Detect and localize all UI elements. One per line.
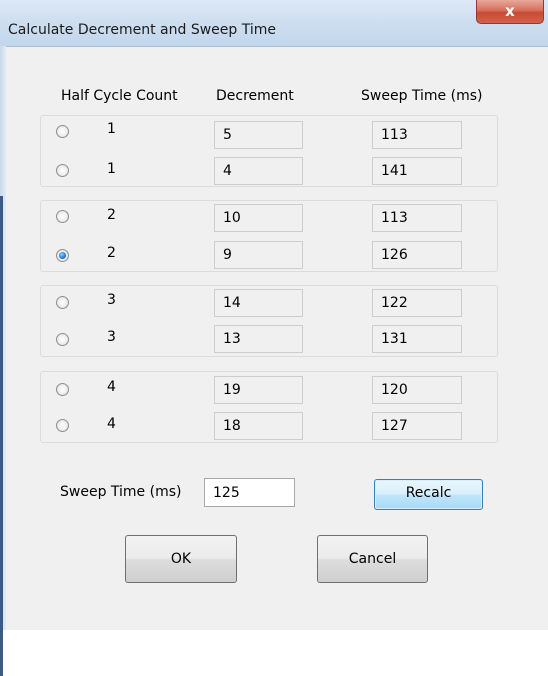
- option-radio[interactable]: [56, 333, 69, 346]
- sweep-time-field: 122: [372, 289, 462, 317]
- decrement-field: 14: [214, 289, 303, 317]
- option-radio[interactable]: [56, 164, 69, 177]
- half-cycle-count-value: 1: [107, 121, 116, 137]
- recalc-button[interactable]: Recalc: [374, 479, 483, 510]
- option-radio[interactable]: [56, 210, 69, 223]
- window-title: Calculate Decrement and Sweep Time: [8, 22, 277, 38]
- option-radio[interactable]: [56, 125, 69, 138]
- half-cycle-count-value: 1: [107, 161, 116, 177]
- header-sweep-time: Sweep Time (ms): [361, 88, 483, 104]
- option-radio[interactable]: [56, 383, 69, 396]
- sweep-time-field: 131: [372, 325, 462, 353]
- sweep-time-field: 126: [372, 241, 462, 269]
- dialog-window: Calculate Decrement and Sweep Time x Hal…: [0, 0, 548, 676]
- header-decrement: Decrement: [216, 88, 294, 104]
- half-cycle-count-value: 3: [107, 292, 116, 308]
- cancel-button[interactable]: Cancel: [317, 535, 428, 583]
- sweep-time-field: 113: [372, 121, 462, 149]
- close-button[interactable]: x: [476, 0, 544, 24]
- close-icon: x: [505, 2, 515, 20]
- decrement-field: 4: [214, 157, 303, 185]
- half-cycle-count-value: 2: [107, 207, 116, 223]
- decrement-field: 5: [214, 121, 303, 149]
- half-cycle-count-value: 4: [107, 379, 116, 395]
- sweep-time-field: 141: [372, 157, 462, 185]
- decrement-field: 9: [214, 241, 303, 269]
- decrement-field: 18: [214, 412, 303, 440]
- sweep-time-field: 127: [372, 412, 462, 440]
- half-cycle-count-value: 3: [107, 329, 116, 345]
- title-bar[interactable]: Calculate Decrement and Sweep Time x: [0, 0, 548, 47]
- decrement-field: 19: [214, 376, 303, 404]
- option-radio[interactable]: [56, 419, 69, 432]
- sweep-time-input[interactable]: 125: [204, 478, 295, 507]
- ok-button[interactable]: OK: [125, 535, 237, 583]
- window-edge-mark: [0, 196, 3, 676]
- decrement-field: 13: [214, 325, 303, 353]
- sweep-time-label: Sweep Time (ms): [60, 484, 182, 500]
- sweep-time-field: 120: [372, 376, 462, 404]
- half-cycle-count-value: 4: [107, 416, 116, 432]
- decrement-field: 10: [214, 204, 303, 232]
- header-half-cycle-count: Half Cycle Count: [61, 88, 178, 104]
- half-cycle-count-value: 2: [107, 245, 116, 261]
- option-radio[interactable]: [56, 296, 69, 309]
- option-radio[interactable]: [56, 249, 69, 262]
- window-left-edge: [0, 46, 6, 676]
- sweep-time-field: 113: [372, 204, 462, 232]
